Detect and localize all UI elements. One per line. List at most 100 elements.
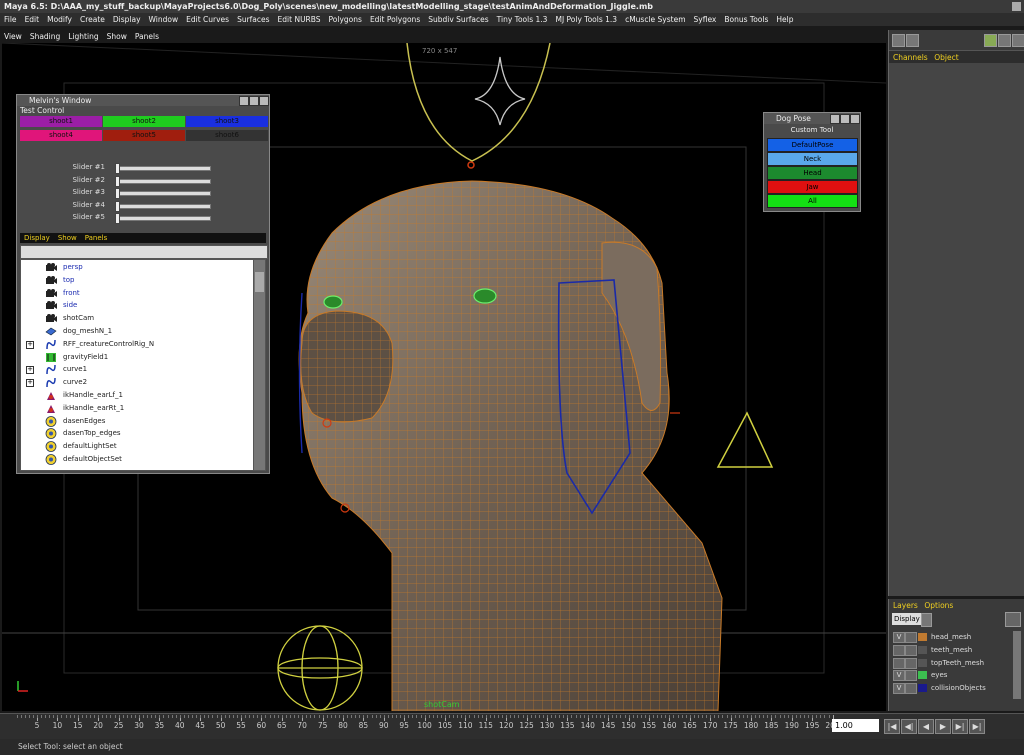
minimize-icon[interactable] [830,114,840,124]
panel-menu-show[interactable]: Show [103,30,131,43]
expand-icon[interactable]: + [26,340,34,349]
layer-template-toggle[interactable] [905,632,917,643]
outliner-item[interactable]: defaultObjectSet [21,453,253,466]
layer-color-swatch[interactable] [918,645,927,654]
menu-modify[interactable]: Modify [43,13,76,26]
pose-button-head[interactable]: Head [767,166,858,180]
expand-icon[interactable]: + [26,366,34,375]
outliner-item[interactable]: top [21,274,253,287]
shot-button-6[interactable]: shoot6 [186,130,268,141]
layer-color-swatch[interactable] [918,684,927,693]
channel-layer-icon[interactable] [1012,34,1024,47]
outliner-item[interactable]: defaultLightSet [21,440,253,453]
menu-edit-curves[interactable]: Edit Curves [182,13,233,26]
shot-button-3[interactable]: shoot3 [186,116,268,127]
menu-file[interactable]: File [0,13,21,26]
tab-options[interactable]: Options [924,599,957,612]
panel-menu-view[interactable]: View [0,30,26,43]
close-icon[interactable] [259,96,269,106]
shot-button-5[interactable]: shoot5 [103,130,185,141]
layer-template-toggle[interactable] [905,644,917,656]
slider-5[interactable] [115,216,211,221]
current-frame-field[interactable]: 1.00 [832,719,879,732]
layer-visibility-toggle[interactable]: V [893,683,905,695]
menu-help[interactable]: Help [772,13,797,26]
layer-row[interactable]: VcollisionObjects [891,682,1013,695]
menu-syflex[interactable]: Syflex [690,13,721,26]
outliner-item[interactable]: dasenTop_edges [21,427,253,440]
play-forward-icon[interactable]: ▶ [935,719,951,734]
menu-edit[interactable]: Edit [21,13,44,26]
outliner-item[interactable]: ikHandle_earRt_1 [21,402,253,415]
slider-3[interactable] [115,191,211,196]
menu-bonus-tools[interactable]: Bonus Tools [720,13,772,26]
panel-menu-shading[interactable]: Shading [26,30,64,43]
tool-settings-icon[interactable] [984,34,997,47]
layer-visibility-toggle[interactable] [893,657,905,669]
pose-button-defaultpose[interactable]: DefaultPose [767,138,858,152]
shot-button-4[interactable]: shoot4 [20,130,102,141]
slider-handle[interactable] [115,188,120,199]
new-layer-icon[interactable] [1005,612,1021,627]
expand-icon[interactable]: + [26,379,34,388]
layer-row[interactable]: Vhead_mesh [891,631,1013,643]
layer-color-swatch[interactable] [918,633,927,641]
menu-polygons[interactable]: Polygons [325,13,366,26]
outliner-scrollbar[interactable] [253,259,266,471]
outliner-menu-panels[interactable]: Panels [81,233,112,243]
dog-pose-titlebar[interactable]: Dog Pose [764,113,860,124]
layer-editor-icon[interactable] [998,34,1011,47]
step-back-key-icon[interactable]: ◀| [901,719,917,734]
layer-visibility-toggle[interactable]: V [893,632,905,643]
slider-1[interactable] [115,166,211,171]
tab-layers[interactable]: Layers [889,599,922,612]
time-slider[interactable]: 5 10 15 20 25 30 35 40 45 50 55 60 65 70 75 80 85 90 95 100… [0,713,1024,740]
pose-button-all[interactable]: All [767,194,858,208]
panel-menu-lighting[interactable]: Lighting [64,30,102,43]
slider-handle[interactable] [115,200,120,212]
outliner-item[interactable]: side [21,299,253,312]
maximize-icon[interactable] [840,114,850,124]
outliner-item[interactable]: + RFF_creatureControlRig_N [21,338,253,351]
outliner-item[interactable]: + curve2 [21,376,253,389]
shot-button-2[interactable]: shoot2 [103,116,185,127]
attribute-editor-icon[interactable] [906,34,919,47]
layer-template-toggle[interactable] [905,670,917,682]
outliner-item[interactable]: persp [21,261,253,274]
menu-surfaces[interactable]: Surfaces [233,13,273,26]
slider-2[interactable] [115,178,211,184]
outliner-item[interactable]: shotCam [21,312,253,325]
menu-window[interactable]: Window [145,13,183,26]
melvins-window-titlebar[interactable]: Melvin's Window [17,95,269,106]
chevron-down-icon[interactable] [921,613,932,627]
menu-cmuscle-system[interactable]: cMuscle System [621,13,689,26]
menu-create[interactable]: Create [76,13,109,26]
outliner-filter-field[interactable] [20,245,268,259]
outliner-menu-display[interactable]: Display [20,233,54,243]
layer-row[interactable]: Veyes [891,669,1013,682]
layer-template-toggle[interactable] [905,657,917,669]
step-forward-key-icon[interactable]: ▶| [952,719,968,734]
slider-4[interactable] [115,203,211,209]
outliner-list[interactable]: persp top front side shotCam dog_meshN_1 + RFF_… [20,259,254,471]
close-icon[interactable] [850,114,860,124]
outliner-menu-show[interactable]: Show [54,233,81,243]
layer-visibility-toggle[interactable] [893,644,905,656]
maximize-icon[interactable] [249,96,259,106]
slider-handle[interactable] [115,163,120,174]
pose-button-neck[interactable]: Neck [767,152,858,166]
go-to-end-icon[interactable]: ▶| [969,719,985,734]
menu-display[interactable]: Display [109,13,145,26]
pose-button-jaw[interactable]: Jaw [767,180,858,194]
layer-row[interactable]: teeth_mesh [891,644,1013,656]
slider-handle[interactable] [115,213,120,224]
panel-menu-panels[interactable]: Panels [131,30,163,43]
play-back-icon[interactable]: ◀ [918,719,934,734]
tab-object[interactable]: Object [934,51,962,64]
menu-tiny-tools-1-3[interactable]: Tiny Tools 1.3 [493,13,552,26]
layer-color-swatch[interactable] [918,671,927,680]
outliner-item[interactable]: dasenEdges [21,415,253,428]
outliner-item[interactable]: front [21,287,253,300]
menu-edit-nurbs[interactable]: Edit NURBS [274,13,325,26]
menu-edit-polygons[interactable]: Edit Polygons [366,13,424,26]
